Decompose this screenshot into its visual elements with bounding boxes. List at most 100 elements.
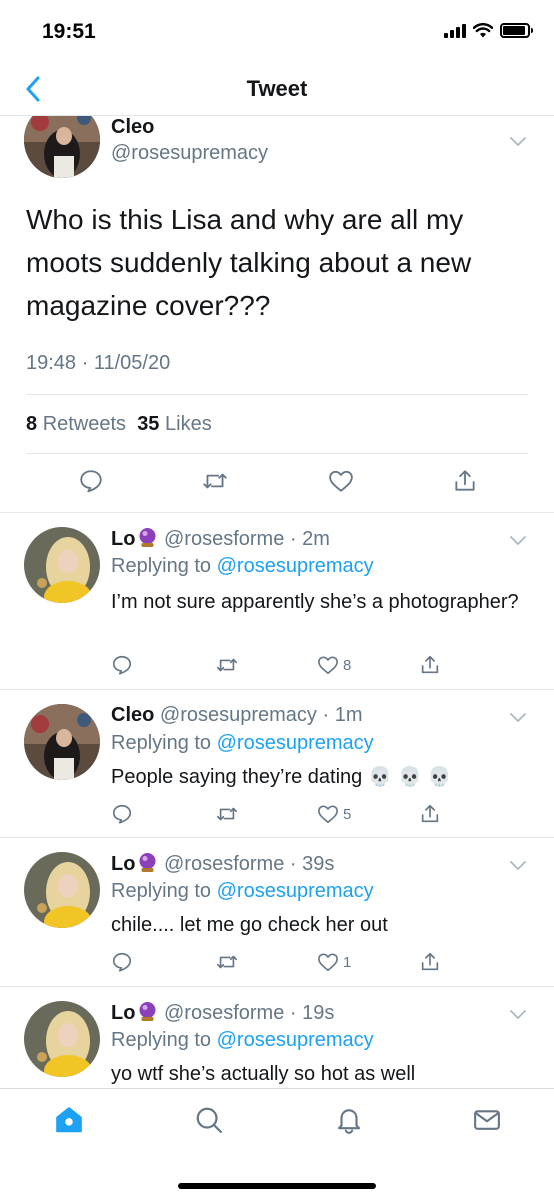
- like-button[interactable]: 8: [317, 653, 351, 677]
- comment-icon: [112, 952, 132, 972]
- like-count: 8: [343, 656, 352, 674]
- reply-author-handle[interactable]: @rosesforme: [164, 528, 284, 550]
- retweet-button[interactable]: [200, 466, 230, 496]
- main-tweet: Cleo @rosesupremacy Who is this Lisa and…: [0, 116, 554, 513]
- retweet-button[interactable]: [215, 950, 239, 974]
- tab-bar: [0, 1088, 554, 1200]
- like-button[interactable]: 5: [317, 802, 351, 826]
- reply-button[interactable]: [111, 653, 133, 677]
- reply-header: Lo @rosesforme · 39s: [111, 852, 334, 876]
- reply-tweet[interactable]: Lo @rosesforme · 39s Replying to @rosesu…: [0, 838, 554, 987]
- avatar[interactable]: [24, 116, 100, 178]
- heart-icon: [318, 656, 338, 674]
- replying-to-handle[interactable]: @rosesupremacy: [217, 1029, 374, 1051]
- avatar[interactable]: [24, 527, 100, 603]
- more-button[interactable]: [510, 1007, 526, 1025]
- likes-stat[interactable]: 35 Likes: [137, 413, 212, 435]
- share-button[interactable]: [419, 653, 441, 677]
- battery-icon: [500, 23, 533, 38]
- more-button[interactable]: [510, 858, 526, 876]
- tab-messages[interactable]: [470, 1103, 504, 1137]
- tab-search[interactable]: [192, 1103, 226, 1137]
- heart-icon: [318, 805, 338, 823]
- share-button[interactable]: [450, 466, 480, 496]
- reply-author-handle[interactable]: @rosesupremacy: [160, 704, 317, 726]
- wifi-icon: [473, 23, 493, 38]
- reply-time: · 1m: [322, 704, 363, 726]
- status-icons: [444, 23, 533, 38]
- page-title: Tweet: [246, 76, 308, 101]
- replying-to-handle[interactable]: @rosesupremacy: [217, 555, 374, 577]
- reply-tweet[interactable]: Lo @rosesforme · 2m Replying to @rosesup…: [0, 513, 554, 690]
- reply-text: yo wtf she’s actually so hot as well: [111, 1063, 416, 1085]
- reply-button[interactable]: [111, 950, 133, 974]
- retweet-icon: [217, 955, 237, 969]
- tab-home[interactable]: [52, 1103, 86, 1137]
- comment-icon: [112, 655, 132, 675]
- retweets-stat[interactable]: 8 Retweets: [26, 413, 126, 435]
- replying-to: Replying to @rosesupremacy: [111, 555, 374, 578]
- replying-to-label: Replying to: [111, 880, 212, 902]
- heart-icon: [329, 470, 353, 492]
- share-button[interactable]: [419, 802, 441, 826]
- reply-author-name[interactable]: Lo: [111, 528, 135, 550]
- chevron-down-icon: [510, 536, 526, 545]
- search-icon: [196, 1107, 222, 1133]
- crystal-ball-icon: [137, 527, 158, 548]
- reply-button[interactable]: [111, 802, 133, 826]
- divider: [26, 453, 528, 454]
- author-name[interactable]: Cleo: [111, 116, 154, 139]
- reply-author-handle[interactable]: @rosesforme: [164, 1002, 284, 1024]
- like-count: 1: [343, 953, 352, 971]
- share-button[interactable]: [419, 950, 441, 974]
- replying-to-label: Replying to: [111, 555, 212, 577]
- replying-to-handle[interactable]: @rosesupremacy: [217, 880, 374, 902]
- reply-tweet[interactable]: Cleo @rosesupremacy · 1m Replying to @ro…: [0, 690, 554, 838]
- avatar[interactable]: [24, 852, 100, 928]
- reply-author-name[interactable]: Lo: [111, 853, 135, 875]
- share-icon: [421, 804, 439, 823]
- tweet-stats: 8 Retweets 35 Likes: [26, 413, 212, 436]
- status-time: 19:51: [42, 20, 96, 43]
- share-icon: [421, 952, 439, 971]
- chevron-down-icon: [510, 713, 526, 722]
- chevron-down-icon: [510, 137, 526, 146]
- retweet-button[interactable]: [215, 653, 239, 677]
- reply-text: chile.... let me go check her out: [111, 914, 388, 936]
- reply-time: · 2m: [289, 528, 330, 550]
- skull-emoji: 💀 💀 💀: [368, 766, 452, 788]
- crystal-ball-icon: [137, 1001, 158, 1022]
- author-handle[interactable]: @rosesupremacy: [111, 142, 268, 165]
- avatar[interactable]: [24, 1001, 100, 1077]
- reply-text-content: People saying they’re dating: [111, 766, 363, 788]
- tweet-actions: [0, 466, 554, 500]
- reply-header: Lo @rosesforme · 2m: [111, 527, 330, 551]
- more-button[interactable]: [510, 533, 526, 551]
- share-icon: [455, 470, 475, 491]
- mail-icon: [474, 1110, 500, 1130]
- retweet-icon: [203, 473, 227, 489]
- reply-author-handle[interactable]: @rosesforme: [164, 853, 284, 875]
- home-icon: [56, 1107, 82, 1133]
- more-button[interactable]: [510, 710, 526, 728]
- replying-to-handle[interactable]: @rosesupremacy: [217, 732, 374, 754]
- retweets-label: Retweets: [42, 413, 127, 435]
- reply-text: I’m not sure apparently she’s a photogra…: [111, 591, 519, 613]
- chevron-down-icon: [510, 1010, 526, 1019]
- cellular-signal-icon: [444, 23, 466, 38]
- tweet-timestamp: 19:48 · 11/05/20: [26, 352, 171, 374]
- more-button[interactable]: [510, 134, 526, 152]
- retweet-button[interactable]: [215, 802, 239, 826]
- likes-label: Likes: [165, 413, 212, 435]
- like-button[interactable]: [326, 466, 356, 496]
- like-button[interactable]: 1: [317, 950, 351, 974]
- chevron-down-icon: [510, 861, 526, 870]
- reply-author-name[interactable]: Lo: [111, 1002, 135, 1024]
- reply-author-name[interactable]: Cleo: [111, 704, 154, 726]
- retweets-count: 8: [26, 413, 38, 435]
- reply-tweet[interactable]: Lo @rosesforme · 19s Replying to @rosesu…: [0, 987, 554, 1088]
- reply-button[interactable]: [76, 466, 106, 496]
- tab-notifications[interactable]: [332, 1103, 366, 1137]
- avatar[interactable]: [24, 704, 100, 780]
- like-count: 5: [343, 805, 352, 823]
